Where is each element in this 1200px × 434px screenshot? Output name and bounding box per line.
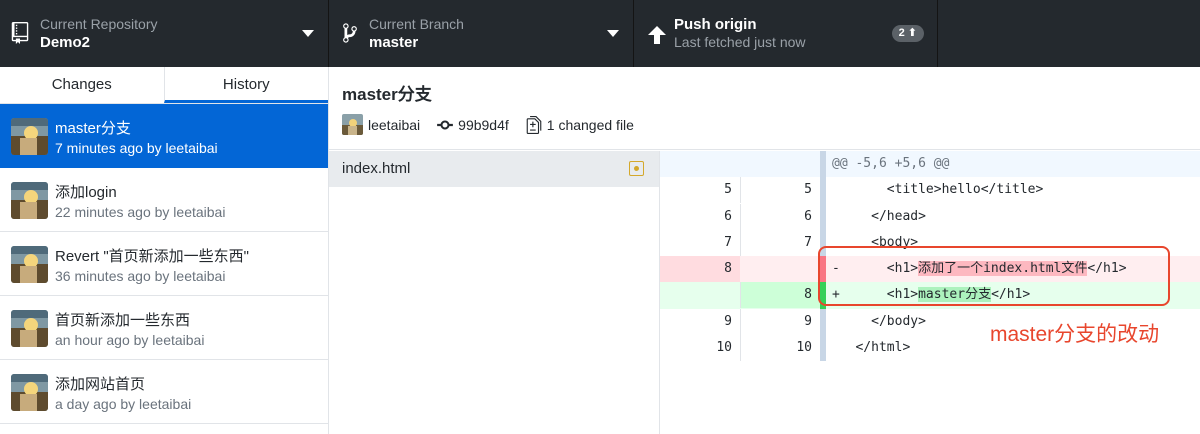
toolbar: Current Repository Demo2 Current Branch … <box>0 0 1200 67</box>
new-line-number: 5 <box>740 177 820 204</box>
code-text: </body> <box>855 313 926 329</box>
avatar <box>11 182 48 219</box>
commit-item-meta: an hour ago by leetaibai <box>55 332 205 348</box>
diff-gutter <box>820 151 826 178</box>
avatar <box>342 114 363 135</box>
push-origin-button[interactable]: Push origin Last fetched just now 2 ⬆ <box>634 0 938 67</box>
avatar <box>11 246 48 283</box>
file-diff-icon <box>526 115 542 134</box>
diff-code: </head> <box>832 204 926 230</box>
commit-item-meta: 22 minutes ago by leetaibai <box>55 204 226 220</box>
diff-prefix <box>832 182 840 197</box>
commit-meta: leetaibai 99b9d4f 1 changed file <box>342 114 634 135</box>
branch-icon <box>343 23 357 43</box>
commit-item-meta: 7 minutes ago by leetaibai <box>55 140 218 156</box>
file-name: index.html <box>342 160 411 177</box>
code-text: <title>hello</title> <box>855 182 1044 198</box>
tab-history[interactable]: History <box>163 67 328 103</box>
old-line-number: 7 <box>724 234 732 250</box>
new-line-number: 6 <box>740 203 820 230</box>
commit-item-meta: a day ago by leetaibai <box>55 396 192 412</box>
code-text: </head> <box>855 208 926 224</box>
new-line-number: 8 <box>740 282 820 309</box>
commit-title: master分支 <box>342 85 432 104</box>
changed-files-count: 1 changed file <box>546 116 634 133</box>
branch-label: Current Branch <box>369 16 464 32</box>
repository-name: Demo2 <box>40 34 91 51</box>
diff-line: 66 </head> <box>660 203 1200 230</box>
old-line-number: 5 <box>724 182 732 198</box>
modified-icon <box>629 161 644 176</box>
branch-name: master <box>369 34 419 51</box>
commit-item-title: 首页新添加一些东西 <box>55 312 191 329</box>
old-line-number: 8 <box>660 256 740 283</box>
commit-author: leetaibai <box>368 116 421 133</box>
commit-sha: 99b9d4f <box>458 116 509 133</box>
last-fetched-text: Last fetched just now <box>674 34 806 50</box>
git-commit-icon <box>437 120 454 129</box>
diff-prefix <box>832 209 840 224</box>
branch-selector[interactable]: Current Branch master <box>329 0 634 67</box>
diff-prefix <box>832 340 840 355</box>
diff-line: 55 <title>hello</title> <box>660 177 1200 204</box>
new-line-number: 10 <box>740 335 820 362</box>
sidebar: Changes History master分支 7 minutes ago by… <box>0 67 329 434</box>
commit-item-meta: 36 minutes ago by leetaibai <box>55 268 226 284</box>
new-line-number: 7 <box>740 229 820 256</box>
annotation-label: master分支的改动 <box>990 323 1160 346</box>
new-line-number: 9 <box>740 308 820 335</box>
avatar <box>11 374 48 411</box>
avatar <box>11 118 48 155</box>
tab-bar: Changes History <box>0 67 328 104</box>
commit-item-title: Revert "首页新添加一些东西" <box>55 248 249 265</box>
tab-changes[interactable]: Changes <box>0 67 164 103</box>
hunk-text: @@ -5,6 +5,6 @@ <box>832 156 950 171</box>
arrow-up-icon <box>648 26 666 44</box>
repository-label: Current Repository <box>40 16 158 32</box>
diff-gutter <box>820 203 826 230</box>
old-line-number: 9 <box>724 313 732 329</box>
arrow-up-icon: ⬆ <box>907 27 917 39</box>
diff-gutter <box>820 335 826 362</box>
old-line-number: 10 <box>716 340 732 356</box>
diff-code: </body> <box>832 309 926 335</box>
diff-code: </html> <box>832 335 910 361</box>
diff-gutter <box>820 177 826 204</box>
changed-file-list: index.html <box>329 151 660 434</box>
diff-code: <title>hello</title> <box>832 177 1044 203</box>
ahead-count-badge: 2 ⬆ <box>891 25 924 42</box>
push-label: Push origin <box>674 16 757 33</box>
chevron-down-icon <box>607 30 619 37</box>
list-item[interactable]: master分支 7 minutes ago by leetaibai <box>0 104 328 168</box>
repository-selector[interactable]: Current Repository Demo2 <box>0 0 329 67</box>
old-line-number: 6 <box>724 208 732 224</box>
code-text: </html> <box>855 340 911 356</box>
commit-item-title: 添加网站首页 <box>55 376 146 393</box>
list-item[interactable]: 添加login 22 minutes ago by leetaibai <box>0 168 328 232</box>
diff-prefix <box>832 314 840 329</box>
chevron-down-icon <box>302 30 314 37</box>
commit-summary: master分支 leetaibai 99b9d4f 1 changed fil… <box>329 67 1200 150</box>
commit-item-title: 添加login <box>55 184 117 201</box>
repo-icon <box>11 22 29 44</box>
avatar <box>11 310 48 347</box>
list-item[interactable]: 添加网站首页 a day ago by leetaibai <box>0 360 328 424</box>
highlight-box <box>818 246 1170 306</box>
diff-gutter <box>820 308 826 336</box>
commit-item-title: master分支 <box>55 120 131 137</box>
list-item[interactable]: Revert "首页新添加一些东西" 36 minutes ago by leet… <box>0 232 328 296</box>
diff-hunk-header: @@ -5,6 +5,6 @@ <box>660 151 1200 178</box>
commit-list: master分支 7 minutes ago by leetaibai 添加logi… <box>0 104 328 424</box>
list-item[interactable]: 首页新添加一些东西 an hour ago by leetaibai <box>0 296 328 360</box>
file-item[interactable]: index.html <box>329 151 659 187</box>
